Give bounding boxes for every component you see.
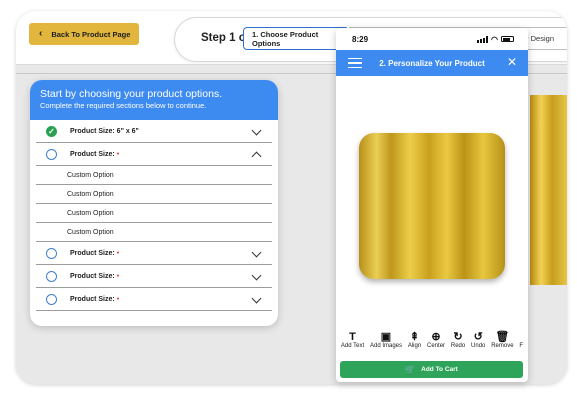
tool-label: F xyxy=(519,343,524,349)
chevron-down-icon[interactable] xyxy=(251,247,262,258)
custom-option-item[interactable]: Custom Option xyxy=(36,185,272,204)
redo-icon: ↻ xyxy=(453,331,463,343)
tool-add-images[interactable]: ▣ Add Images xyxy=(370,331,402,355)
option-label: Product Size: 6" x 6" xyxy=(70,127,139,135)
tool-label: Remove xyxy=(491,343,514,349)
required-marker: • xyxy=(116,150,120,158)
cart-button-label: Add To Cart xyxy=(421,366,458,373)
back-button-label: Back To Product Page xyxy=(51,29,131,39)
options-heading: Start by choosing your product options. xyxy=(40,88,223,100)
personalize-app-bar: 2. Personalize Your Product ✕ xyxy=(336,50,528,76)
tool-align[interactable]: ⇞ Align xyxy=(408,331,421,355)
chevron-up-icon[interactable] xyxy=(251,151,262,162)
tool-more[interactable]: F xyxy=(519,331,523,355)
menu-icon[interactable] xyxy=(348,58,362,68)
mobile-personalize-panel: 8:29 ◠ 2. Personalize Your Product ✕ T Ad… xyxy=(336,28,528,382)
battery-icon xyxy=(501,36,514,42)
option-row-size-expanded[interactable]: Product Size: • xyxy=(36,143,272,166)
check-circle-icon: ✓ xyxy=(46,125,57,137)
back-to-product-button[interactable]: ‹ Back To Product Page xyxy=(29,23,139,45)
option-label: Product Size: xyxy=(70,249,115,257)
chevron-down-icon[interactable] xyxy=(251,293,262,304)
product-preview-image[interactable] xyxy=(359,133,505,279)
tab-choose-options[interactable]: 1. Choose Product Options xyxy=(243,27,349,50)
option-label: Product Size: xyxy=(70,150,115,158)
tool-redo[interactable]: ↻ Redo xyxy=(451,331,465,355)
status-bar: 8:29 ◠ xyxy=(336,28,528,50)
personalize-title: 2. Personalize Your Product xyxy=(379,58,485,68)
trash-icon: 🗑 xyxy=(495,331,510,343)
required-marker: • xyxy=(116,295,120,303)
tool-undo[interactable]: ↺ Undo xyxy=(471,331,485,355)
tool-label: Redo xyxy=(450,343,466,349)
signal-icon xyxy=(477,35,489,43)
option-row-size[interactable]: Product Size: • xyxy=(36,242,272,265)
options-header: Start by choosing your product options. … xyxy=(30,80,278,120)
option-label: Product Size: xyxy=(70,272,115,280)
status-time: 8:29 xyxy=(352,34,369,44)
chevron-down-icon[interactable] xyxy=(251,270,262,281)
tool-center[interactable]: ⊕ Center xyxy=(427,331,445,355)
custom-option-item[interactable]: Custom Option xyxy=(36,204,272,223)
align-icon: ⇞ xyxy=(409,331,420,343)
tool-add-text[interactable]: T Add Text xyxy=(341,331,364,355)
add-to-cart-button[interactable]: 🛒 Add To Cart xyxy=(340,361,523,378)
custom-option-item[interactable]: Custom Option xyxy=(36,166,272,185)
tool-label: Add Images xyxy=(369,343,403,349)
design-toolbar: T Add Text ▣ Add Images ⇞ Align ⊕ Center ↻ Re… xyxy=(336,331,528,355)
chevron-down-icon[interactable] xyxy=(251,125,262,136)
option-row-size[interactable]: Product Size: • xyxy=(36,265,272,288)
add-text-icon: T xyxy=(349,331,356,343)
product-background-preview xyxy=(530,95,567,285)
cart-icon: 🛒 xyxy=(405,365,416,374)
radio-circle-icon xyxy=(46,270,57,282)
close-icon[interactable]: ✕ xyxy=(507,56,517,68)
tool-label: Undo xyxy=(471,343,486,349)
radio-circle-icon xyxy=(46,247,57,259)
product-options-card: Start by choosing your product options. … xyxy=(30,80,278,326)
undo-icon: ↺ xyxy=(473,331,483,343)
image-icon: ▣ xyxy=(380,331,392,343)
options-subheading: Complete the required sections below to … xyxy=(40,101,207,110)
option-label: Product Size: xyxy=(70,295,115,303)
custom-option-item[interactable]: Custom Option xyxy=(36,223,272,242)
chevron-left-icon: ‹ xyxy=(39,28,43,39)
radio-circle-icon xyxy=(46,148,57,160)
wifi-icon: ◠ xyxy=(491,34,498,44)
option-row-size[interactable]: Product Size: • xyxy=(36,288,272,311)
required-marker: • xyxy=(116,249,120,257)
center-icon: ⊕ xyxy=(431,331,441,343)
tool-remove[interactable]: 🗑 Remove xyxy=(491,331,513,355)
tool-label: Align xyxy=(407,343,422,349)
option-row-size-selected[interactable]: ✓ Product Size: 6" x 6" xyxy=(36,120,272,143)
tab-label: 1. Choose Product Options xyxy=(252,29,319,48)
tool-label: Add Text xyxy=(340,343,365,349)
required-marker: • xyxy=(116,272,120,280)
status-icons: ◠ xyxy=(477,35,514,44)
radio-circle-icon xyxy=(46,293,57,305)
tool-label: Center xyxy=(427,343,446,349)
